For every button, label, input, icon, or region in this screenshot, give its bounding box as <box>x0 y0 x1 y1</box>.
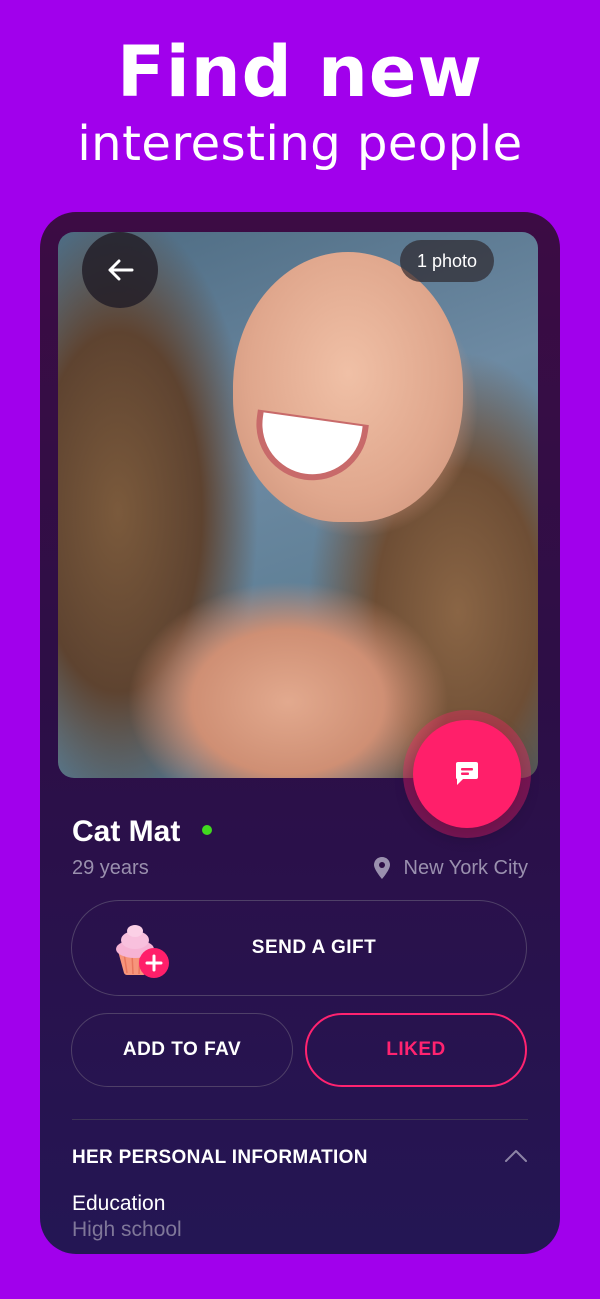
profile-age: 29 years <box>72 857 149 879</box>
education-value: High school <box>72 1218 182 1241</box>
headline-subtitle: interesting people <box>77 116 523 172</box>
education-label: Education <box>72 1192 166 1215</box>
chat-icon <box>456 762 478 785</box>
back-arrow-icon <box>108 259 134 281</box>
promo-headline: Find new interesting people <box>0 30 600 172</box>
send-gift-label: SEND A GIFT <box>251 937 377 958</box>
online-status-indicator <box>202 825 212 835</box>
back-button[interactable] <box>82 232 158 308</box>
profile-photo[interactable] <box>58 232 538 778</box>
chevron-up-icon[interactable] <box>504 1148 528 1164</box>
location-pin-icon <box>373 857 390 879</box>
photo-count-badge: 1 photo <box>400 240 494 282</box>
headline-title: Find new <box>116 31 484 113</box>
send-gift-button[interactable]: SEND A GIFT <box>71 900 527 996</box>
section-divider <box>72 1119 528 1120</box>
profile-card: 1 photo Cat Mat 29 years New York City S… <box>40 212 560 1254</box>
personal-info-title[interactable]: HER PERSONAL INFORMATION <box>72 1145 368 1171</box>
profile-location: New York City <box>373 855 529 881</box>
add-to-fav-button[interactable]: ADD TO FAV <box>71 1013 293 1087</box>
chat-button[interactable] <box>413 720 521 828</box>
location-text: New York City <box>403 857 529 879</box>
liked-button[interactable]: LIKED <box>305 1013 527 1087</box>
photo-face <box>233 252 463 522</box>
profile-name: Cat Mat <box>72 815 181 848</box>
